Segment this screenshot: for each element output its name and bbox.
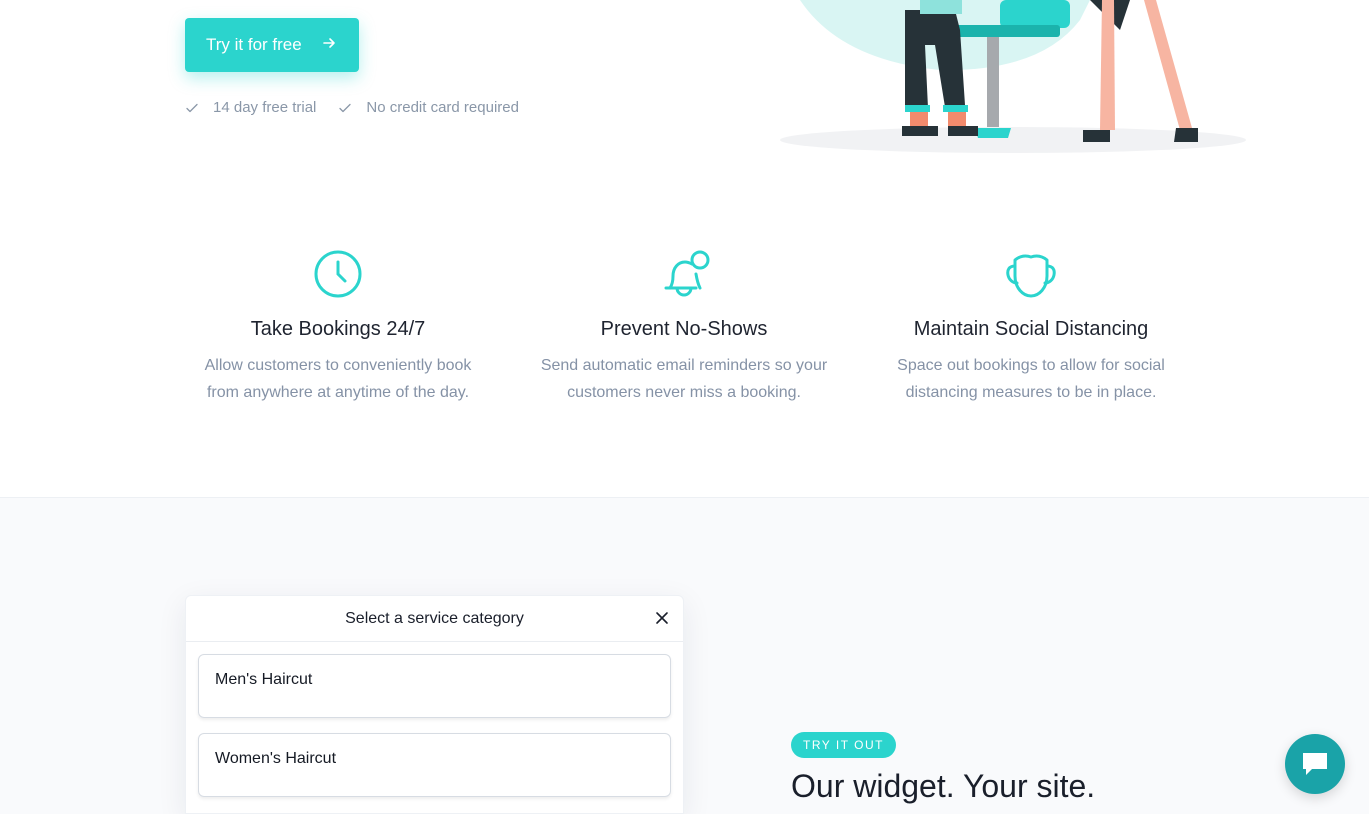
service-category-option[interactable]: Women's Haircut xyxy=(198,733,671,797)
arrow-right-icon xyxy=(323,38,335,48)
check-item: No credit card required xyxy=(338,99,519,116)
clock-icon xyxy=(314,250,362,298)
feature-bookings: Take Bookings 24/7 Allow customers to co… xyxy=(178,246,498,406)
feature-title: Take Bookings 24/7 xyxy=(250,318,426,340)
feature-description-line: from anywhere at anytime of the day. xyxy=(206,384,470,401)
feature-description-line: Allow customers to conveniently book xyxy=(204,357,472,374)
hero-illustration xyxy=(780,0,1246,153)
widget-header: Select a service category xyxy=(186,596,683,642)
face-mask-icon xyxy=(1006,254,1056,298)
try-it-out-badge: TRY IT OUT xyxy=(791,732,897,758)
feature-description-line: Send automatic email reminders so your xyxy=(540,357,828,374)
feature-description: Send automatic email reminders so your c… xyxy=(524,352,844,406)
feature-description-line: customers never miss a booking. xyxy=(567,384,801,401)
feature-description-line: distancing measures to be in place. xyxy=(905,384,1157,401)
check-label: 14 day free trial xyxy=(213,99,317,116)
feature-title: Prevent No-Shows xyxy=(600,318,768,340)
booking-widget: Select a service category Men's Haircut … xyxy=(185,595,684,814)
chat-bubble-icon xyxy=(1303,753,1327,775)
chat-launcher-button[interactable] xyxy=(1285,734,1345,794)
widget-title: Select a service category xyxy=(345,609,524,627)
check-icon xyxy=(186,103,198,112)
feature-description: Allow customers to conveniently book fro… xyxy=(178,352,498,406)
check-label: No credit card required xyxy=(366,99,519,116)
try-free-button[interactable]: Try it for free xyxy=(185,18,359,72)
check-item: 14 day free trial xyxy=(185,99,316,116)
service-category-label: Men's Haircut xyxy=(215,671,313,688)
service-category-label: Women's Haircut xyxy=(215,750,337,767)
feature-social-distancing: Maintain Social Distancing Space out boo… xyxy=(871,246,1191,406)
trial-checks: 14 day free trial No credit card require… xyxy=(185,99,541,116)
service-category-option[interactable]: Men's Haircut xyxy=(198,654,671,718)
feature-description-line: Space out bookings to allow for social xyxy=(897,357,1165,374)
section-heading: Our widget. Your site. xyxy=(791,768,1096,804)
bell-icon xyxy=(664,250,710,297)
feature-description: Space out bookings to allow for social d… xyxy=(871,352,1191,406)
feature-no-shows: Prevent No-Shows Send automatic email re… xyxy=(524,246,844,406)
try-free-label: Try it for free xyxy=(206,35,302,54)
feature-title: Maintain Social Distancing xyxy=(913,318,1149,340)
close-icon[interactable] xyxy=(655,611,669,625)
check-icon xyxy=(339,103,352,112)
